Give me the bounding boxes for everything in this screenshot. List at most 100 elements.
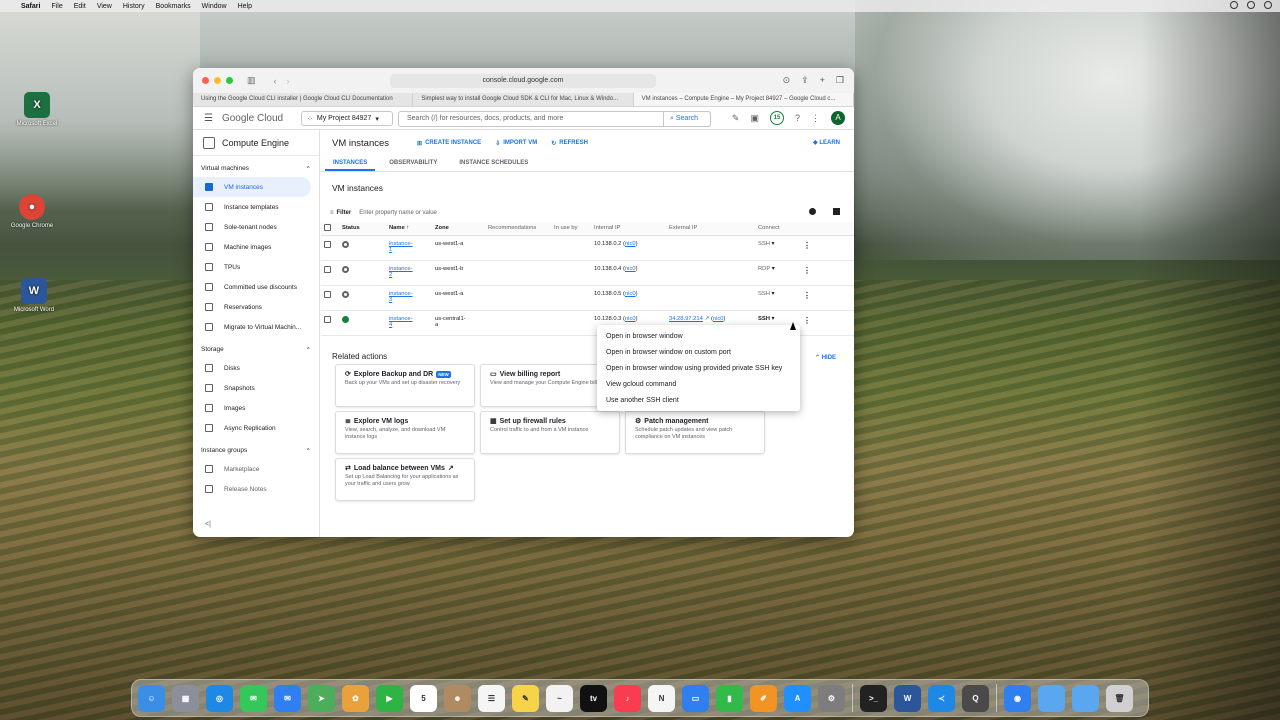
more-actions-icon[interactable]: ⋮ [803,266,811,275]
table-row[interactable]: instance- 3 us-west1-a 10.138.0.5 (nic0) … [321,285,854,311]
col-connect[interactable]: Connect [755,222,800,236]
more-actions-icon[interactable]: ⋮ [803,291,811,300]
menu-history[interactable]: History [123,3,145,10]
row-checkbox[interactable] [324,265,331,273]
mail-icon[interactable]: ✉ [274,684,301,712]
card-patch-management[interactable]: ⚙ Patch management Schedule patch updates… [625,411,765,454]
avatar[interactable]: A [831,111,845,125]
downloads-icon[interactable]: ⊙ [783,75,791,86]
menu-window[interactable]: Window [202,3,227,10]
sidebar-item-async-replication[interactable]: Async Replication [193,418,319,438]
instance-link[interactable]: instance- 3 [389,291,413,303]
tab-instance-schedules[interactable]: INSTANCE SCHEDULES [451,156,536,171]
safari-icon[interactable]: ◎ [206,684,233,712]
nic-link[interactable]: nic0 [625,241,636,247]
more-actions-icon[interactable]: ⋮ [803,241,811,250]
news-icon[interactable]: N [648,684,675,712]
calendar-icon[interactable]: 5 [410,684,437,712]
sidebar-item-marketplace[interactable]: Marketplace [193,459,319,479]
select-all-checkbox[interactable] [324,223,331,231]
desktop-icon-chrome[interactable]: ● Google Chrome [2,194,62,229]
menu-item-custom-port[interactable]: Open in browser window on custom port [597,345,800,361]
col-name[interactable]: Name ↑ [386,222,432,236]
freeform-icon[interactable]: ~ [546,684,573,712]
sidebar-item-disks[interactable]: Disks [193,358,319,378]
card-load-balance[interactable]: ⇄ Load balance between VMs ↗ Set up Load B… [335,458,475,501]
col-recommendations[interactable]: Recommendations [485,222,551,236]
tab-overview-icon[interactable]: ❐ [836,75,844,86]
tab-observability[interactable]: OBSERVABILITY [381,156,445,171]
menu-file[interactable]: File [51,3,62,10]
chevron-down-icon[interactable]: ▾ [772,266,775,272]
tab-instances[interactable]: INSTANCES [325,156,376,171]
more-actions-icon[interactable]: ⋮ [803,316,811,325]
browser-tab[interactable]: Simplest way to install Google Cloud SDK… [413,93,634,106]
trash-icon[interactable]: 🗑 [1106,684,1133,712]
notes-icon[interactable]: ✎ [512,684,539,712]
terminal-icon[interactable]: >_ [860,684,887,712]
browser-tab[interactable]: Using the Google Cloud CLI installer | G… [193,93,414,106]
col-in-use-by[interactable]: In use by [551,222,591,236]
nic-link[interactable]: nic0 [713,316,724,322]
sidebar-item-reservations[interactable]: Reservations [193,297,319,317]
menu-edit[interactable]: Edit [74,3,86,10]
menu-view[interactable]: View [97,3,112,10]
filter-input[interactable]: Enter property name or value [359,210,437,216]
address-bar[interactable]: console.cloud.google.com [390,74,656,88]
menu-bookmarks[interactable]: Bookmarks [156,3,191,10]
pages-icon[interactable]: ✐ [750,684,777,712]
create-instance-button[interactable]: ⊞ CREATE INSTANCE [417,140,481,147]
minimize-window-icon[interactable] [214,77,221,84]
instance-link[interactable]: instance- 4 [389,316,413,328]
sidebar-toggle-icon[interactable]: ▥ [247,75,256,86]
menu-item-another-client[interactable]: Use another SSH client [597,393,800,409]
network-icon[interactable]: ◉ [1004,684,1031,712]
row-checkbox[interactable] [324,240,331,248]
connect-button[interactable]: SSH [758,316,770,322]
close-window-icon[interactable] [202,77,209,84]
menubar-app-name[interactable]: Safari [21,3,40,10]
sidebar-item-vm-instances[interactable]: VM instances [193,177,311,197]
column-display-icon[interactable] [833,208,840,215]
downloads-icon[interactable] [1072,684,1099,712]
card-backup-dr[interactable]: ⟳ Explore Backup and DR NEW Back up your V… [335,364,475,407]
row-checkbox[interactable] [324,290,331,298]
more-icon[interactable]: ⋮ [811,113,820,124]
sidebar-group-instance-groups[interactable]: Instance groups ⌃ [193,438,319,459]
folder-icon[interactable] [1038,684,1065,712]
row-checkbox[interactable] [324,315,331,323]
tv-icon[interactable]: tv [580,684,607,712]
project-picker[interactable]: ⁘ My Project 84927 ▾ [301,111,393,126]
control-center-icon[interactable] [1247,1,1255,9]
sidebar-item-instance-templates[interactable]: Instance templates [193,197,319,217]
zoom-window-icon[interactable] [226,77,233,84]
sidebar-item-migrate[interactable]: Migrate to Virtual Machin... [193,317,319,337]
desktop-icon-word[interactable]: W Microsoft Word [4,278,64,313]
photos-icon[interactable]: ✿ [342,684,369,712]
google-cloud-logo[interactable]: Google Cloud [222,113,283,124]
chevron-down-icon[interactable]: ▾ [772,316,775,322]
connect-button[interactable]: SSH [758,241,770,247]
record-icon[interactable] [1230,1,1238,9]
col-status[interactable]: Status [339,222,386,236]
word-icon[interactable]: W [894,684,921,712]
keynote-icon[interactable]: ▭ [682,684,709,712]
collapse-sidebar-icon[interactable]: <| [205,521,211,528]
sidebar-group-storage[interactable]: Storage ⌃ [193,337,319,358]
forward-icon[interactable]: › [287,76,290,86]
music-icon[interactable]: ♪ [614,684,641,712]
learn-button[interactable]: ◆ LEARN [813,139,840,146]
notifications-badge[interactable]: 15 [769,111,784,125]
siri-icon[interactable] [1264,1,1272,9]
sidebar-item-images[interactable]: Images [193,398,319,418]
external-ip-link[interactable]: 34.28.97.214 [669,316,703,322]
sidebar-item-committed-use[interactable]: Committed use discounts [193,277,319,297]
nic-link[interactable]: nic0 [625,291,636,297]
app-store-icon[interactable]: A [784,684,811,712]
maps-icon[interactable]: ➤ [308,684,335,712]
menu-help[interactable]: Help [238,3,252,10]
new-tab-icon[interactable]: + [820,75,825,86]
col-internal-ip[interactable]: Internal IP [591,222,666,236]
menu-item-private-key[interactable]: Open in browser window using provided pr… [597,361,800,377]
sidebar-item-machine-images[interactable]: Machine images [193,237,319,257]
